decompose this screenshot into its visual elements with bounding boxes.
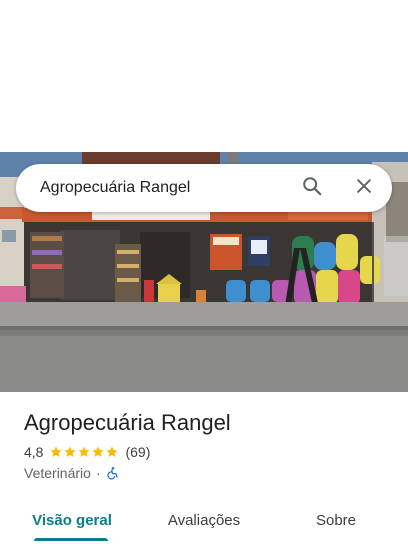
star-icon [91,445,105,459]
star-icon [63,445,77,459]
tab-reviews[interactable]: Avaliações [154,498,254,542]
wheelchair-icon [106,466,120,480]
tab-about[interactable]: Sobre [296,498,376,542]
star-icon [105,445,119,459]
search-bar[interactable]: Agropecuária Rangel [16,164,392,212]
rating-value: 4,8 [24,444,44,460]
review-count[interactable]: (69) [125,444,150,460]
search-button[interactable] [292,168,332,208]
tab-bar: Visão geral Avaliações Sobre [0,498,408,544]
tab-overview[interactable]: Visão geral [24,498,120,542]
category-label: Veterinário [24,465,91,481]
star-rating [49,445,119,459]
blank-header-area [0,0,408,152]
active-tab-indicator [34,538,108,541]
close-icon [354,176,374,201]
separator-dot: · [95,465,101,481]
search-input[interactable]: Agropecuária Rangel [16,179,292,197]
place-info-panel: Agropecuária Rangel 4,8 (69) Veterinário… [0,392,408,544]
star-icon [49,445,63,459]
star-icon [77,445,91,459]
place-title: Agropecuária Rangel [24,410,231,435]
search-icon [301,175,323,202]
rating-row[interactable]: 4,8 (69) [24,444,150,460]
category-row: Veterinário · [24,465,120,481]
close-button[interactable] [344,168,384,208]
